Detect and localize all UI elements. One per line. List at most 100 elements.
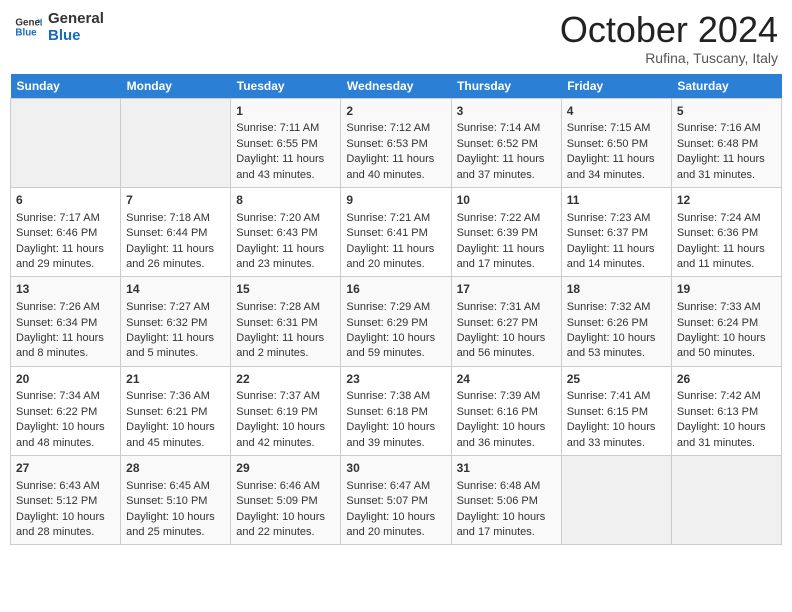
calendar-cell: 27Sunrise: 6:43 AMSunset: 5:12 PMDayligh…	[11, 456, 121, 545]
calendar-cell	[121, 98, 231, 187]
day-number: 10	[457, 192, 556, 209]
calendar-cell: 1Sunrise: 7:11 AMSunset: 6:55 PMDaylight…	[231, 98, 341, 187]
day-info: Daylight: 11 hours and 34 minutes.	[567, 152, 666, 183]
day-number: 3	[457, 103, 556, 120]
day-info: Sunrise: 7:26 AM	[16, 300, 115, 315]
day-header-thursday: Thursday	[451, 74, 561, 99]
calendar-cell: 10Sunrise: 7:22 AMSunset: 6:39 PMDayligh…	[451, 187, 561, 276]
day-number: 29	[236, 460, 335, 477]
calendar-cell: 24Sunrise: 7:39 AMSunset: 6:16 PMDayligh…	[451, 366, 561, 455]
month-title: October 2024	[560, 10, 778, 50]
day-info: Sunset: 6:39 PM	[457, 226, 556, 241]
calendar-cell	[561, 456, 671, 545]
day-info: Sunrise: 7:21 AM	[346, 211, 445, 226]
calendar-cell	[11, 98, 121, 187]
day-number: 12	[677, 192, 776, 209]
day-info: Sunset: 6:43 PM	[236, 226, 335, 241]
day-info: Sunset: 6:29 PM	[346, 316, 445, 331]
week-row-5: 27 Sunrise: 6:43 AMSunset: 5:12 PM Dayligh…	[11, 456, 782, 545]
day-info: Sunrise: 7:38 AM	[346, 389, 445, 404]
day-number: 1	[236, 103, 335, 120]
title-section: October 2024 Rufina, Tuscany, Italy	[560, 10, 778, 66]
calendar-cell: 30Sunrise: 6:47 AMSunset: 5:07 PMDayligh…	[341, 456, 451, 545]
day-info: Sunset: 6:21 PM	[126, 405, 225, 420]
day-info: Sunrise: 7:39 AM	[457, 389, 556, 404]
day-info: Daylight: 11 hours and 31 minutes.	[677, 152, 776, 183]
day-info: Sunrise: 6:46 AM	[236, 479, 335, 494]
calendar-cell: 29Sunrise: 6:46 AMSunset: 5:09 PMDayligh…	[231, 456, 341, 545]
week-row-4: 20Sunrise: 7:34 AMSunset: 6:22 PMDayligh…	[11, 366, 782, 455]
svg-text:Blue: Blue	[15, 27, 37, 38]
day-info: Daylight: 10 hours and 42 minutes.	[236, 420, 335, 451]
day-info: Sunrise: 7:18 AM	[126, 211, 225, 226]
day-info: Sunrise: 7:41 AM	[567, 389, 666, 404]
day-info: Sunset: 5:12 PM	[16, 494, 115, 509]
calendar-cell: 20Sunrise: 7:34 AMSunset: 6:22 PMDayligh…	[11, 366, 121, 455]
calendar-cell	[671, 456, 781, 545]
day-number: 15	[236, 281, 335, 298]
calendar-cell: 17Sunrise: 7:31 AMSunset: 6:27 PMDayligh…	[451, 277, 561, 366]
day-info: Sunset: 6:50 PM	[567, 137, 666, 152]
logo-icon: General Blue	[14, 13, 42, 41]
day-number: 5	[677, 103, 776, 120]
calendar-cell: 15Sunrise: 7:28 AMSunset: 6:31 PMDayligh…	[231, 277, 341, 366]
day-header-monday: Monday	[121, 74, 231, 99]
calendar-cell: 6Sunrise: 7:17 AMSunset: 6:46 PMDaylight…	[11, 187, 121, 276]
day-number: 21	[126, 371, 225, 388]
day-info: Sunrise: 7:20 AM	[236, 211, 335, 226]
day-number: 19	[677, 281, 776, 298]
day-number: 30	[346, 460, 445, 477]
day-info: Sunset: 6:48 PM	[677, 137, 776, 152]
day-number: 8	[236, 192, 335, 209]
day-info: Daylight: 11 hours and 26 minutes.	[126, 242, 225, 273]
day-info: Sunset: 5:06 PM	[457, 494, 556, 509]
day-info: Sunset: 6:22 PM	[16, 405, 115, 420]
day-number: 11	[567, 192, 666, 209]
day-info: Daylight: 10 hours and 20 minutes.	[346, 510, 445, 541]
day-info: Daylight: 11 hours and 5 minutes.	[126, 331, 225, 362]
day-info: Daylight: 11 hours and 29 minutes.	[16, 242, 115, 273]
day-info: Sunrise: 7:34 AM	[16, 389, 115, 404]
calendar-cell: 22Sunrise: 7:37 AMSunset: 6:19 PMDayligh…	[231, 366, 341, 455]
day-info: Sunrise: 6:43 AM	[16, 479, 115, 494]
day-info: Daylight: 11 hours and 17 minutes.	[457, 242, 556, 273]
day-info: Daylight: 10 hours and 33 minutes.	[567, 420, 666, 451]
day-info: Daylight: 11 hours and 23 minutes.	[236, 242, 335, 273]
day-info: Sunrise: 7:12 AM	[346, 121, 445, 136]
day-number: 27	[16, 460, 115, 477]
day-info: Sunrise: 7:32 AM	[567, 300, 666, 315]
calendar-cell: 31Sunrise: 6:48 AMSunset: 5:06 PMDayligh…	[451, 456, 561, 545]
calendar-cell: 9Sunrise: 7:21 AMSunset: 6:41 PMDaylight…	[341, 187, 451, 276]
day-number: 28	[126, 460, 225, 477]
day-info: Sunset: 6:37 PM	[567, 226, 666, 241]
logo: General Blue General Blue	[14, 10, 104, 44]
day-info: Sunset: 6:32 PM	[126, 316, 225, 331]
day-info: Sunrise: 7:42 AM	[677, 389, 776, 404]
day-header-tuesday: Tuesday	[231, 74, 341, 99]
day-info: Daylight: 10 hours and 25 minutes.	[126, 510, 225, 541]
day-info: Sunset: 6:41 PM	[346, 226, 445, 241]
calendar-cell: 18Sunrise: 7:32 AMSunset: 6:26 PMDayligh…	[561, 277, 671, 366]
day-info: Sunset: 6:24 PM	[677, 316, 776, 331]
day-info: Daylight: 11 hours and 2 minutes.	[236, 331, 335, 362]
day-number: 2	[346, 103, 445, 120]
calendar-cell: 26Sunrise: 7:42 AMSunset: 6:13 PMDayligh…	[671, 366, 781, 455]
day-number: 20	[16, 371, 115, 388]
calendar-cell: 7Sunrise: 7:18 AMSunset: 6:44 PMDaylight…	[121, 187, 231, 276]
location: Rufina, Tuscany, Italy	[560, 50, 778, 66]
day-info: Sunset: 6:16 PM	[457, 405, 556, 420]
day-info: Daylight: 10 hours and 45 minutes.	[126, 420, 225, 451]
day-info: Daylight: 10 hours and 36 minutes.	[457, 420, 556, 451]
day-info: Daylight: 10 hours and 59 minutes.	[346, 331, 445, 362]
calendar-cell: 19Sunrise: 7:33 AMSunset: 6:24 PMDayligh…	[671, 277, 781, 366]
day-info: Daylight: 10 hours and 48 minutes.	[16, 420, 115, 451]
day-number: 13	[16, 281, 115, 298]
day-info: Sunset: 6:31 PM	[236, 316, 335, 331]
day-info: Daylight: 11 hours and 14 minutes.	[567, 242, 666, 273]
day-info: Sunset: 6:34 PM	[16, 316, 115, 331]
day-info: Sunrise: 7:37 AM	[236, 389, 335, 404]
calendar-cell: 21Sunrise: 7:36 AMSunset: 6:21 PMDayligh…	[121, 366, 231, 455]
calendar-cell: 16Sunrise: 7:29 AMSunset: 6:29 PMDayligh…	[341, 277, 451, 366]
calendar-cell: 25Sunrise: 7:41 AMSunset: 6:15 PMDayligh…	[561, 366, 671, 455]
day-info: Daylight: 11 hours and 37 minutes.	[457, 152, 556, 183]
